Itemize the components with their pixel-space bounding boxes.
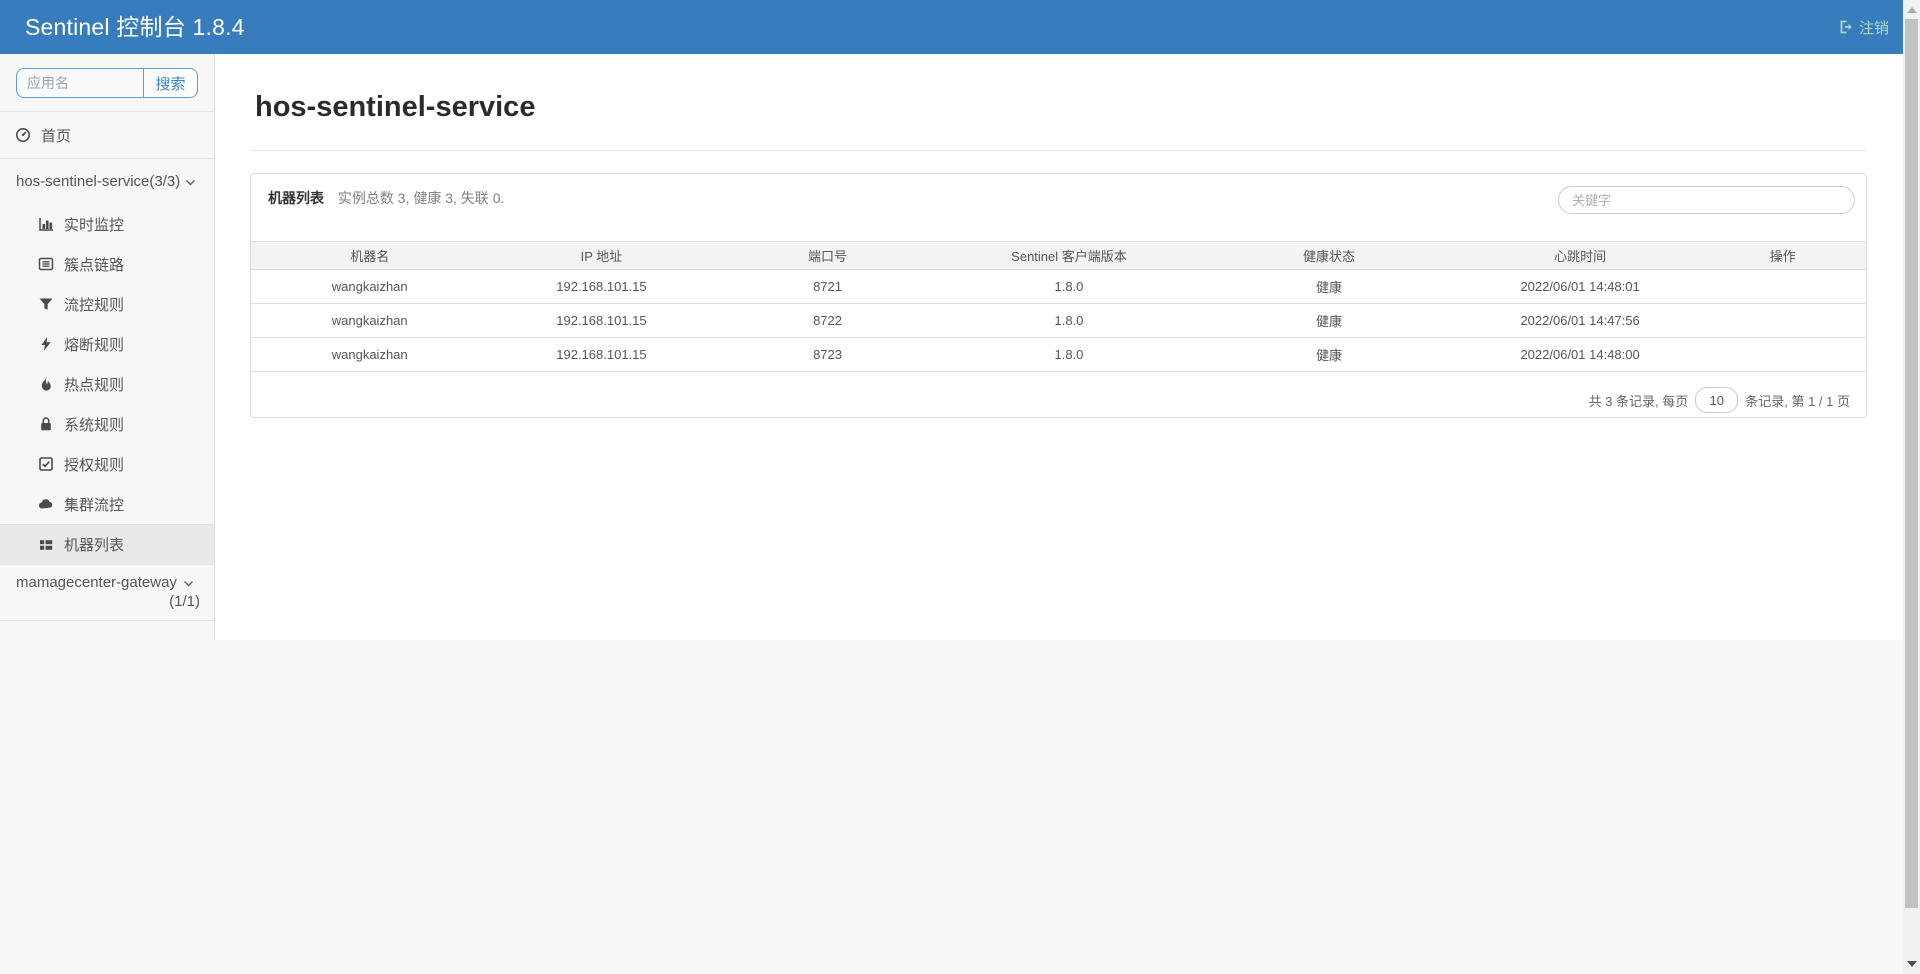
sidebar-group-count: (1/1): [169, 593, 200, 610]
bar-chart-icon: [38, 216, 54, 232]
instance-summary: 实例总数 3, 健康 3, 失联 0.: [337, 190, 505, 206]
scroll-up-arrow-icon[interactable]: [1907, 7, 1917, 13]
cell-version: 1.8.0: [940, 337, 1198, 372]
col-heartbeat: 心跳时间: [1460, 241, 1700, 270]
sign-out-icon: [1838, 19, 1854, 35]
app-search-input[interactable]: [16, 68, 143, 98]
keyword-input[interactable]: [1558, 186, 1855, 214]
table-row: wangkaizhan 192.168.101.15 8721 1.8.0 健康…: [251, 269, 1866, 304]
sidebar-item-label: 热点规则: [64, 376, 125, 394]
pagination-suffix: 条记录, 第 1 / 1 页: [1745, 393, 1850, 409]
cell-heartbeat: 2022/06/01 14:47:56: [1460, 303, 1700, 338]
table-row: wangkaizhan 192.168.101.15 8722 1.8.0 健康…: [251, 303, 1866, 338]
sidebar-item-label: 实时监控: [64, 216, 125, 234]
filter-icon: [38, 296, 54, 312]
check-square-icon: [38, 456, 54, 472]
cell-actions: [1699, 337, 1866, 372]
sidebar-item-label: 授权规则: [64, 456, 125, 474]
chevron-down-icon: [182, 179, 198, 187]
table-row: wangkaizhan 192.168.101.15 8723 1.8.0 健康…: [251, 337, 1866, 372]
sidebar-item-home[interactable]: 首页: [0, 112, 214, 159]
col-actions: 操作: [1699, 241, 1866, 270]
sidebar-group-mamagecenter-gateway[interactable]: mamagecenter-gateway (1/1): [0, 565, 214, 621]
sidebar-home-label: 首页: [41, 127, 72, 145]
col-ip: IP 地址: [488, 241, 715, 270]
sidebar-item-machine-list[interactable]: 机器列表: [0, 524, 214, 564]
gauge-icon: [15, 127, 31, 143]
cell-version: 1.8.0: [940, 269, 1198, 304]
sidebar-item-label: 熔断规则: [64, 336, 125, 354]
app-search-group: 搜索: [16, 68, 198, 98]
sidebar-item-label: 簇点链路: [64, 256, 125, 274]
cell-health: 健康: [1197, 337, 1461, 372]
sidebar-item-cluster-flow[interactable]: 集群流控: [0, 484, 214, 524]
machine-table: 机器名 IP 地址 端口号 Sentinel 客户端版本 健康状态 心跳时间 操…: [251, 241, 1866, 372]
app-search-button[interactable]: 搜索: [143, 68, 198, 98]
sidebar-item-degrade-rules[interactable]: 熔断规则: [0, 324, 214, 364]
logout-button[interactable]: 注销: [1838, 0, 1889, 54]
bolt-icon: [38, 336, 54, 352]
cell-port: 8723: [714, 337, 941, 372]
sidebar-item-label: 系统规则: [64, 416, 125, 434]
sidebar-item-label: 机器列表: [64, 537, 125, 554]
pagination: 共 3 条记录, 每页 条记录, 第 1 / 1 页: [1589, 386, 1850, 414]
sidebar-group-hos-sentinel-service[interactable]: hos-sentinel-service(3/3): [0, 159, 214, 204]
th-list-icon: [38, 537, 54, 553]
app-brand: Sentinel 控制台 1.8.4: [25, 14, 245, 40]
panel-title: 机器列表: [268, 190, 324, 206]
sidebar-item-label: 集群流控: [64, 496, 125, 514]
sidebar-group-label: hos-sentinel-service(3/3): [16, 173, 181, 190]
title-divider: [251, 150, 1867, 151]
pagination-total: 共 3 条记录, 每页: [1588, 393, 1689, 409]
cell-heartbeat: 2022/06/01 14:48:00: [1460, 337, 1700, 372]
cell-health: 健康: [1197, 269, 1461, 304]
cell-port: 8721: [714, 269, 941, 304]
table-header-row: 机器名 IP 地址 端口号 Sentinel 客户端版本 健康状态 心跳时间 操…: [251, 241, 1866, 270]
col-machine-name: 机器名: [251, 241, 489, 270]
top-navbar: Sentinel 控制台 1.8.4 注销: [0, 0, 1903, 54]
cell-machine-name: wangkaizhan: [251, 303, 489, 338]
col-version: Sentinel 客户端版本: [940, 241, 1198, 270]
sidebar: 搜索 首页 hos-sentinel-service(3/3) 实时监控 簇点链…: [0, 54, 215, 640]
page-title: hos-sentinel-service: [255, 91, 536, 123]
list-alt-icon: [38, 256, 54, 272]
sidebar-group-label: mamagecenter-gateway: [16, 574, 177, 591]
sidebar-item-authority-rules[interactable]: 授权规则: [0, 444, 214, 484]
col-port: 端口号: [714, 241, 941, 270]
sidebar-item-system-rules[interactable]: 系统规则: [0, 404, 214, 444]
cell-actions: [1699, 303, 1866, 338]
cell-health: 健康: [1197, 303, 1461, 338]
cell-ip: 192.168.101.15: [488, 269, 715, 304]
cell-heartbeat: 2022/06/01 14:48:01: [1460, 269, 1700, 304]
cloud-icon: [38, 496, 54, 512]
logout-label: 注销: [1858, 19, 1889, 37]
chevron-down-icon: [181, 580, 197, 588]
cell-version: 1.8.0: [940, 303, 1198, 338]
cell-machine-name: wangkaizhan: [251, 269, 489, 304]
cell-machine-name: wangkaizhan: [251, 337, 489, 372]
sidebar-item-label: 流控规则: [64, 296, 125, 314]
vertical-scrollbar[interactable]: [1903, 0, 1920, 974]
cell-actions: [1699, 269, 1866, 304]
sidebar-submenu: 实时监控 簇点链路 流控规则 熔断规则 热点规则 系统规则 授权规则 集群流控 …: [0, 204, 214, 565]
cell-ip: 192.168.101.15: [488, 337, 715, 372]
sidebar-item-flow-rules[interactable]: 流控规则: [0, 284, 214, 324]
sidebar-item-hotspot-rules[interactable]: 热点规则: [0, 364, 214, 404]
scrollbar-thumb[interactable]: [1905, 19, 1918, 908]
machine-list-panel: 机器列表 实例总数 3, 健康 3, 失联 0. 机器名 IP 地址 端口号 S…: [250, 173, 1867, 418]
scroll-down-arrow-icon[interactable]: [1907, 961, 1917, 967]
fire-icon: [38, 376, 54, 392]
lock-icon: [38, 416, 54, 432]
page-size-input[interactable]: [1695, 387, 1739, 413]
cell-ip: 192.168.101.15: [488, 303, 715, 338]
cell-port: 8722: [714, 303, 941, 338]
main-content: hos-sentinel-service 机器列表 实例总数 3, 健康 3, …: [215, 54, 1903, 640]
sidebar-item-realtime-monitor[interactable]: 实时监控: [0, 204, 214, 244]
col-health: 健康状态: [1197, 241, 1461, 270]
sidebar-item-cluster-link[interactable]: 簇点链路: [0, 244, 214, 284]
